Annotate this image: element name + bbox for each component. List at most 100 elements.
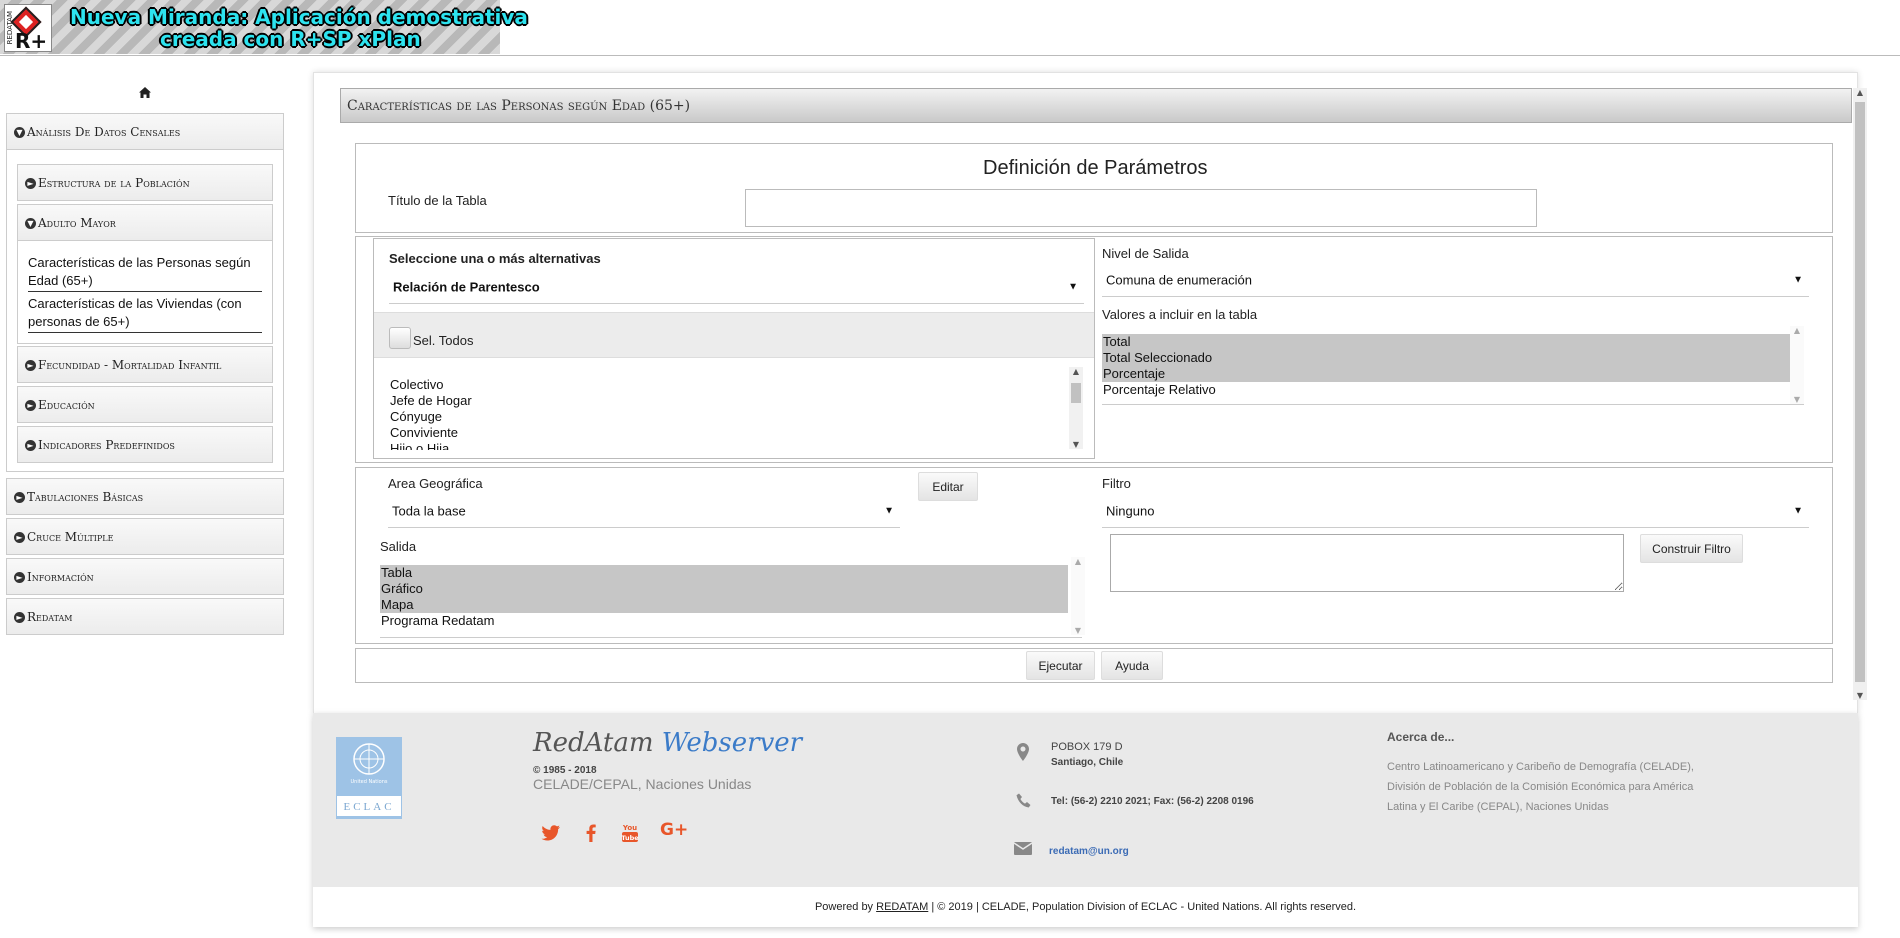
geo-label: Area Geográfica <box>388 476 483 491</box>
circle-right-icon: ► <box>14 491 25 503</box>
run-button-label: Ejecutar <box>1038 658 1083 673</box>
list-item[interactable]: Total <box>1102 334 1790 350</box>
link-personas-65-line2[interactable]: Edad (65+) <box>28 272 93 290</box>
circle-right-icon: ► <box>14 571 25 583</box>
sidebar-section-redatam[interactable]: ► Redatam <box>6 598 284 635</box>
facebook-icon[interactable] <box>580 822 602 844</box>
google-plus-icon[interactable]: G+ <box>660 820 688 840</box>
filter-value: Ninguno <box>1106 503 1155 518</box>
list-item[interactable]: Hijo o Hija <box>389 441 1069 450</box>
alternatives-listbox[interactable]: Colectivo Jefe de Hogar Cónyuge Convivie… <box>389 377 1069 450</box>
scroll-up-icon[interactable]: ▲ <box>1790 326 1804 335</box>
help-button[interactable]: Ayuda <box>1101 651 1163 680</box>
sidebar-subsection-indicadores[interactable]: ► Indicadores Predefinidos <box>17 426 273 463</box>
list-item[interactable]: Tabla <box>380 565 1068 581</box>
alternatives-select[interactable]: Relación de Parentesco ▼ <box>389 270 1084 304</box>
run-button[interactable]: Ejecutar <box>1026 651 1095 680</box>
about-line1: Centro Latinoamericano y Caribeño de Dem… <box>1387 761 1694 773</box>
banner-title-line1: Nueva Miranda: Aplicación demostrativa <box>70 5 528 29</box>
alternatives-scrollbar[interactable]: ▲ ▼ <box>1069 367 1083 449</box>
un-logo-text: United Nations <box>350 779 388 785</box>
edit-button[interactable]: Editar <box>918 472 978 501</box>
twitter-icon[interactable] <box>540 822 562 844</box>
footer-copyright: © 1985 - 2018 <box>533 765 597 776</box>
youtube-icon[interactable]: You Tube <box>619 822 641 844</box>
output-level-select[interactable]: Comuna de enumeración ▼ <box>1102 263 1809 297</box>
redatam-logo[interactable]: REDATAM R+ <box>4 4 52 53</box>
list-item[interactable]: Gráfico <box>380 581 1068 597</box>
sidebar-section-informacion[interactable]: ► Información <box>6 558 284 595</box>
filter-select[interactable]: Ninguno ▼ <box>1102 494 1809 528</box>
scroll-up-icon[interactable]: ▲ <box>1853 88 1867 97</box>
sidebar-section-analisis[interactable]: ▼ Análisis De Datos Censales <box>6 113 284 150</box>
footer-address-line2: Santiago, Chile <box>1051 757 1124 768</box>
list-item[interactable]: Colectivo <box>389 377 1069 393</box>
sidebar-subsection-adulto-mayor[interactable]: ▼ Adulto Mayor <box>17 204 273 241</box>
link-personas-65-line1[interactable]: Características de las Personas según <box>28 254 251 272</box>
list-item[interactable]: Programa Redatam <box>380 613 1068 629</box>
sidebar-subsection-fecundidad[interactable]: ► Fecundidad - Mortalidad Infantil <box>17 346 273 383</box>
values-scrollbar[interactable]: ▲ ▼ <box>1790 326 1804 404</box>
filter-textarea[interactable] <box>1110 534 1624 592</box>
svg-text:Tube: Tube <box>621 834 639 842</box>
sidebar-section-cruce[interactable]: ► Cruce Múltiple <box>6 518 284 555</box>
list-item[interactable]: Jefe de Hogar <box>389 393 1069 409</box>
alternatives-label: Seleccione una o más alternativas <box>389 251 601 266</box>
table-title-input[interactable] <box>745 189 1537 227</box>
values-listbox[interactable]: Total Total Seleccionado Porcentaje Porc… <box>1102 334 1790 400</box>
values-label: Valores a incluir en la tabla <box>1102 307 1258 322</box>
sidebar-section-tabulaciones[interactable]: ► Tabulaciones Básicas <box>6 478 284 515</box>
scroll-up-icon[interactable]: ▲ <box>1071 557 1085 566</box>
sidebar-subsection-estructura[interactable]: ► Estructura de la Población <box>17 164 273 201</box>
page-scrollbar[interactable]: ▲ ▼ <box>1853 88 1867 700</box>
link-viviendas-65-line1[interactable]: Características de las Viviendas (con <box>28 295 242 313</box>
circle-right-icon: ► <box>14 531 25 543</box>
home-icon[interactable] <box>138 86 152 99</box>
section-label: Análisis De Datos Censales <box>27 124 181 139</box>
panel-heading: Características de las Personas según Ed… <box>340 88 1852 123</box>
output-listbox[interactable]: Tabla Gráfico Mapa Programa Redatam <box>380 565 1068 631</box>
build-filter-button[interactable]: Construir Filtro <box>1640 534 1743 563</box>
list-item[interactable]: Conviviente <box>389 425 1069 441</box>
about-line3: Latina y El Caribe (CEPAL), Naciones Uni… <box>1387 801 1609 813</box>
brand-webserver: Webserver <box>661 728 803 758</box>
subsection-label: Adulto Mayor <box>38 215 116 230</box>
list-item[interactable]: Total Seleccionado <box>1102 350 1790 366</box>
app-header: REDATAM R+ Nueva Miranda: Aplicación dem… <box>0 0 1900 56</box>
list-item[interactable]: Porcentaje <box>1102 366 1790 382</box>
geo-select[interactable]: Toda la base ▼ <box>388 494 900 528</box>
scroll-down-icon[interactable]: ▼ <box>1069 440 1083 449</box>
footer-address-line1: POBOX 179 D <box>1051 741 1123 753</box>
circle-right-icon: ► <box>25 439 36 451</box>
eclac-text: ECLAC <box>336 795 402 817</box>
footer-phone: Tel: (56-2) 2210 2021; Fax: (56-2) 2208 … <box>1051 796 1254 807</box>
scroll-down-icon[interactable]: ▼ <box>1790 395 1804 404</box>
link-viviendas-65-line2[interactable]: personas de 65+) <box>28 313 130 331</box>
scroll-down-icon[interactable]: ▼ <box>1853 691 1867 700</box>
scroll-thumb[interactable] <box>1855 102 1865 682</box>
sidebar-subsection-educacion[interactable]: ► Educación <box>17 386 273 423</box>
edit-button-label: Editar <box>932 479 964 494</box>
redatam-link[interactable]: REDATAM <box>876 901 928 913</box>
footer-email-link[interactable]: redatam@un.org <box>1049 846 1129 857</box>
caret-down-icon: ▼ <box>1793 274 1803 285</box>
list-item[interactable]: Cónyuge <box>389 409 1069 425</box>
select-all-checkbox[interactable] <box>389 327 411 349</box>
select-all-bar <box>374 312 1094 358</box>
scroll-up-icon[interactable]: ▲ <box>1069 367 1083 376</box>
section-label: Cruce Múltiple <box>27 529 114 544</box>
panel-title: Características de las Personas según Ed… <box>347 98 691 114</box>
list-item[interactable]: Porcentaje Relativo <box>1102 382 1790 398</box>
scroll-thumb[interactable] <box>1071 383 1081 403</box>
circle-down-icon: ▼ <box>25 217 36 229</box>
divider <box>1102 404 1804 405</box>
scroll-down-icon[interactable]: ▼ <box>1071 626 1085 635</box>
envelope-icon <box>1013 842 1033 855</box>
subsection-label: Fecundidad - Mortalidad Infantil <box>38 357 222 372</box>
output-scrollbar[interactable]: ▲ ▼ <box>1071 557 1085 635</box>
alternatives-select-value: Relación de Parentesco <box>393 279 540 294</box>
output-label: Salida <box>380 539 417 554</box>
circle-right-icon: ► <box>14 611 25 623</box>
footer-brand: RedAtam Webserver <box>533 728 802 758</box>
list-item[interactable]: Mapa <box>380 597 1068 613</box>
